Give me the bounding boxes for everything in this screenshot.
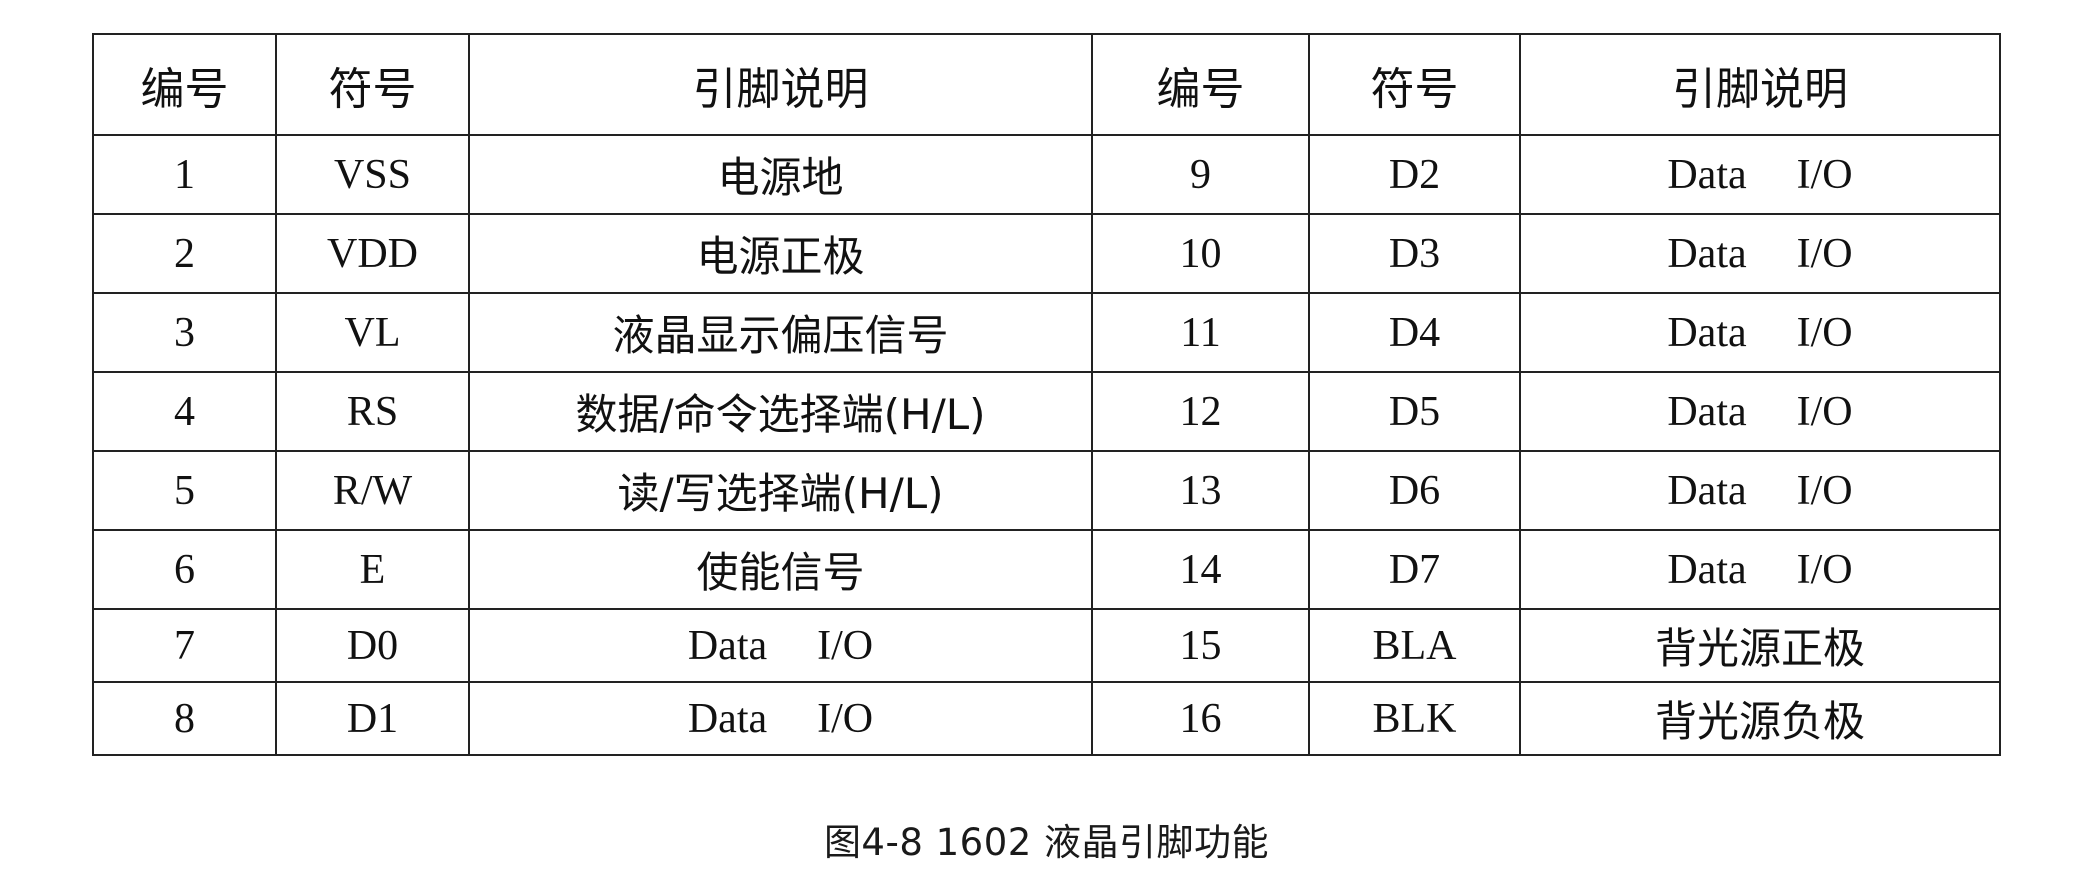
pin-description-cell: 背光源负极 — [1519, 681, 2001, 756]
description-io-label: I/O — [1796, 546, 1853, 593]
pin-number-cell: 2 — [92, 213, 277, 294]
table-row: 1 VSS 电源地 9 D2 Data I/O — [92, 134, 2001, 215]
pin-number-cell: 8 — [92, 681, 277, 756]
table-row: 2 VDD 电源正极 10 D3 Data I/O — [92, 213, 2001, 294]
pin-symbol-cell: D6 — [1308, 450, 1521, 531]
pin-description-cell: 使能信号 — [468, 529, 1093, 610]
table-row: 8 D1 Data I/O 16 BLK 背光源负极 — [92, 681, 2001, 756]
description-io-label: I/O — [1796, 151, 1853, 198]
pin-number-cell: 5 — [92, 450, 277, 531]
pin-number-cell: 10 — [1091, 213, 1310, 294]
pin-symbol-cell: BLA — [1308, 608, 1521, 683]
pin-number-cell: 1 — [92, 134, 277, 215]
description-io-label: I/O — [817, 695, 874, 742]
table-row: 3 VL 液晶显示偏压信号 11 D4 Data I/O — [92, 292, 2001, 373]
table-header-row: 编号 符号 引脚说明 编号 符号 引脚说明 — [92, 33, 2001, 136]
pin-number-cell: 7 — [92, 608, 277, 683]
header-pin-description: 引脚说明 — [468, 33, 1093, 136]
pin-number-cell: 9 — [1091, 134, 1310, 215]
pin-description-cell: 背光源正极 — [1519, 608, 2001, 683]
description-data-label: Data — [687, 622, 768, 669]
pin-description-cell: Data I/O — [1519, 292, 2001, 373]
description-data-label: Data — [1667, 151, 1747, 198]
table-row: 6 E 使能信号 14 D7 Data I/O — [92, 529, 2001, 610]
description-data-label: Data — [1667, 388, 1747, 435]
pin-symbol-cell: D1 — [275, 681, 470, 756]
description-io-label: I/O — [817, 622, 874, 669]
pin-symbol-cell: VSS — [275, 134, 470, 215]
pin-number-cell: 13 — [1091, 450, 1310, 531]
pin-symbol-cell: R/W — [275, 450, 470, 531]
pin-number-cell: 4 — [92, 371, 277, 452]
pin-symbol-cell: D3 — [1308, 213, 1521, 294]
header-number: 编号 — [1091, 33, 1310, 136]
description-data-label: Data — [1667, 309, 1747, 356]
pin-symbol-cell: D5 — [1308, 371, 1521, 452]
pin-symbol-cell: D0 — [275, 608, 470, 683]
pin-number-cell: 11 — [1091, 292, 1310, 373]
pin-number-cell: 14 — [1091, 529, 1310, 610]
pin-description-cell: 数据/命令选择端(H/L) — [468, 371, 1093, 452]
pin-symbol-cell: D2 — [1308, 134, 1521, 215]
pin-number-cell: 16 — [1091, 681, 1310, 756]
pin-description-cell: 液晶显示偏压信号 — [468, 292, 1093, 373]
description-io-label: I/O — [1796, 388, 1853, 435]
description-data-label: Data — [1667, 467, 1747, 514]
pin-number-cell: 15 — [1091, 608, 1310, 683]
description-io-label: I/O — [1796, 230, 1853, 277]
pin-function-table: 编号 符号 引脚说明 编号 符号 引脚说明 1 VSS 电源地 9 D2 Data I/O 2… — [92, 33, 2001, 756]
pin-description-cell: Data I/O — [468, 608, 1093, 683]
pin-description-cell: 读/写选择端(H/L) — [468, 450, 1093, 531]
pin-description-cell: 电源地 — [468, 134, 1093, 215]
pin-description-cell: 电源正极 — [468, 213, 1093, 294]
pin-symbol-cell: VDD — [275, 213, 470, 294]
pin-symbol-cell: D7 — [1308, 529, 1521, 610]
pin-symbol-cell: RS — [275, 371, 470, 452]
pin-description-cell: Data I/O — [1519, 450, 2001, 531]
description-data-label: Data — [1667, 230, 1747, 277]
pin-description-cell: Data I/O — [1519, 213, 2001, 294]
pin-number-cell: 3 — [92, 292, 277, 373]
pin-description-cell: Data I/O — [1519, 371, 2001, 452]
description-data-label: Data — [687, 695, 768, 742]
pin-symbol-cell: BLK — [1308, 681, 1521, 756]
table-row: 7 D0 Data I/O 15 BLA 背光源正极 — [92, 608, 2001, 683]
pin-symbol-cell: VL — [275, 292, 470, 373]
pin-description-cell: Data I/O — [1519, 529, 2001, 610]
description-data-label: Data — [1667, 546, 1747, 593]
description-io-label: I/O — [1796, 309, 1853, 356]
pin-description-cell: Data I/O — [468, 681, 1093, 756]
header-symbol: 符号 — [1308, 33, 1521, 136]
table-body: 1 VSS 电源地 9 D2 Data I/O 2 VDD 电源正极 10 D3 Data I/O 3 VL 液… — [92, 134, 2001, 756]
pin-number-cell: 12 — [1091, 371, 1310, 452]
pin-symbol-cell: D4 — [1308, 292, 1521, 373]
pin-symbol-cell: E — [275, 529, 470, 610]
table-row: 4 RS 数据/命令选择端(H/L) 12 D5 Data I/O — [92, 371, 2001, 452]
header-pin-description: 引脚说明 — [1519, 33, 2001, 136]
header-number: 编号 — [92, 33, 277, 136]
pin-number-cell: 6 — [92, 529, 277, 610]
figure-caption: 图4-8 1602 液晶引脚功能 — [823, 821, 1270, 864]
table-row: 5 R/W 读/写选择端(H/L) 13 D6 Data I/O — [92, 450, 2001, 531]
pin-description-cell: Data I/O — [1519, 134, 2001, 215]
description-io-label: I/O — [1796, 467, 1853, 514]
header-symbol: 符号 — [275, 33, 470, 136]
